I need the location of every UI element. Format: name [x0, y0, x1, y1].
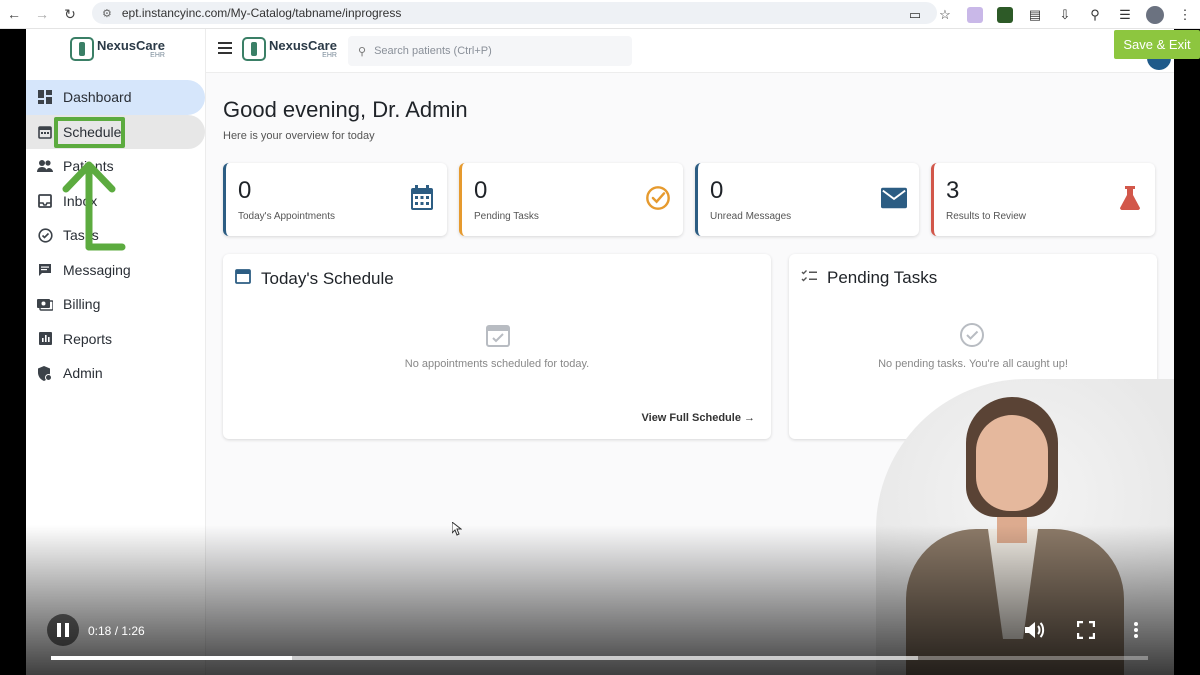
pause-button[interactable] — [47, 614, 79, 646]
stat-label: Results to Review — [946, 211, 1027, 222]
check-circle-icon — [645, 185, 671, 211]
view-full-schedule-link[interactable]: View Full Schedule → — [642, 412, 756, 424]
sidebar-item-label: Reports — [63, 330, 113, 347]
admin-shield-icon — [37, 365, 53, 381]
more-vert-icon[interactable]: ⋮ — [1170, 7, 1200, 23]
stat-value: 0 — [238, 177, 252, 204]
profile-icon[interactable] — [1146, 5, 1164, 24]
sidebar-item-messaging[interactable]: Messaging — [26, 253, 205, 288]
save-exit-button[interactable]: Save & Exit — [1114, 30, 1200, 59]
calendar-check-icon — [485, 322, 511, 348]
played-fill — [51, 656, 293, 660]
url-text: ept.instancyinc.com/My-Catalog/tabname/i… — [121, 6, 402, 20]
stat-value: 3 — [946, 177, 960, 204]
sidebar-item-dashboard[interactable]: Dashboard — [26, 80, 205, 115]
video-time: 0:18 / 1:26 — [88, 624, 145, 638]
logo-name: NexusCare — [97, 38, 165, 53]
mouse-cursor-icon — [452, 522, 462, 536]
lens-icon[interactable]: ⚲ — [1080, 7, 1110, 23]
extension-icon[interactable] — [997, 6, 1013, 23]
sidebar-item-billing[interactable]: Billing — [26, 287, 205, 322]
stat-label: Unread Messages — [710, 211, 792, 222]
extensions-puzzle-icon[interactable]: ▤ — [1020, 7, 1050, 23]
forward-icon[interactable]: → — [28, 6, 56, 22]
sidebar-item-label: Dashboard — [63, 89, 132, 106]
logo-mark-icon — [70, 37, 94, 61]
logo-name: NexusCare — [269, 38, 337, 53]
search-icon: ⚲ — [358, 45, 367, 58]
stat-card-pending-tasks[interactable]: 0 Pending Tasks — [459, 163, 683, 236]
highlight-box — [54, 117, 125, 148]
search-placeholder: Search patients (Ctrl+P) — [374, 45, 492, 57]
address-bar[interactable]: ⚙ ept.instancyinc.com/My-Catalog/tabname… — [92, 2, 937, 24]
sidebar-item-reports[interactable]: Reports — [26, 322, 205, 357]
back-icon[interactable]: ← — [0, 6, 28, 22]
download-icon[interactable]: ⇩ — [1050, 7, 1080, 23]
calendar-icon — [235, 268, 251, 289]
search-input[interactable]: ⚲ Search patients (Ctrl+P) — [348, 36, 632, 66]
bookmark-star-icon[interactable]: ☆ — [930, 7, 960, 23]
reports-icon — [37, 331, 53, 347]
app-topbar: NexusCare EHR ⚲ Search patients (Ctrl+P) — [206, 29, 1174, 73]
card-title: Today's Schedule — [261, 268, 394, 288]
stat-label: Pending Tasks — [474, 211, 539, 222]
app-logo[interactable]: NexusCare EHR — [70, 37, 165, 61]
stat-card-appointments[interactable]: 0 Today's Appointments — [223, 163, 447, 236]
check-circle-icon — [959, 322, 985, 348]
logo-mark-icon — [242, 37, 266, 61]
extension-icon[interactable] — [967, 6, 983, 23]
media-icon[interactable]: ☰ — [1110, 7, 1140, 23]
mail-icon — [881, 185, 907, 211]
sidebar-item-label: Messaging — [63, 261, 131, 278]
site-info-icon[interactable]: ⚙ — [102, 7, 112, 20]
page-title: Good evening, Dr. Admin — [223, 97, 468, 122]
install-app-icon[interactable]: ▭ — [900, 7, 930, 23]
schedule-card: Today's Schedule No appointments schedul… — [223, 254, 771, 439]
pointer-arrow-icon — [62, 161, 126, 251]
card-title: Pending Tasks — [827, 268, 938, 287]
empty-state-text: No appointments scheduled for today. — [404, 358, 590, 370]
billing-icon — [37, 296, 53, 312]
sidebar-item-admin[interactable]: Admin — [26, 356, 205, 391]
sidebar-item-label: Admin — [63, 365, 103, 382]
video-progress-bar[interactable] — [51, 656, 1148, 660]
inbox-icon — [37, 193, 53, 209]
empty-state-text: No pending tasks. You're all caught up! — [878, 358, 1068, 370]
menu-icon[interactable] — [218, 42, 232, 54]
dashboard-icon — [37, 89, 53, 105]
stat-value: 0 — [710, 177, 724, 204]
reload-icon[interactable]: ↻ — [56, 6, 84, 23]
stat-label: Today's Appointments — [238, 211, 335, 222]
sidebar: NexusCare EHR Dashboard Schedule Patient… — [26, 29, 206, 675]
calendar-icon — [409, 185, 435, 211]
page-subtitle: Here is your overview for today — [223, 130, 375, 142]
topbar-logo[interactable]: NexusCare EHR — [242, 37, 337, 61]
message-icon — [37, 262, 53, 278]
video-player[interactable]: NexusCare EHR Dashboard Schedule Patient… — [26, 29, 1174, 675]
calendar-icon — [37, 124, 53, 140]
fullscreen-icon[interactable] — [1075, 619, 1097, 641]
browser-toolbar: ← → ↻ ⚙ ept.instancyinc.com/My-Catalog/t… — [0, 0, 1200, 29]
volume-icon[interactable] — [1024, 619, 1046, 641]
flask-icon — [1117, 185, 1143, 211]
logo-sub: EHR — [322, 52, 337, 59]
stat-card-unread-messages[interactable]: 0 Unread Messages — [695, 163, 919, 236]
people-icon — [37, 158, 53, 174]
more-options-icon[interactable] — [1125, 619, 1147, 641]
checklist-icon — [801, 268, 817, 288]
logo-sub: EHR — [150, 52, 165, 59]
stat-card-results[interactable]: 3 Results to Review — [931, 163, 1155, 236]
sidebar-item-label: Billing — [63, 296, 101, 313]
stat-value: 0 — [474, 177, 488, 204]
check-circle-icon — [37, 227, 53, 243]
